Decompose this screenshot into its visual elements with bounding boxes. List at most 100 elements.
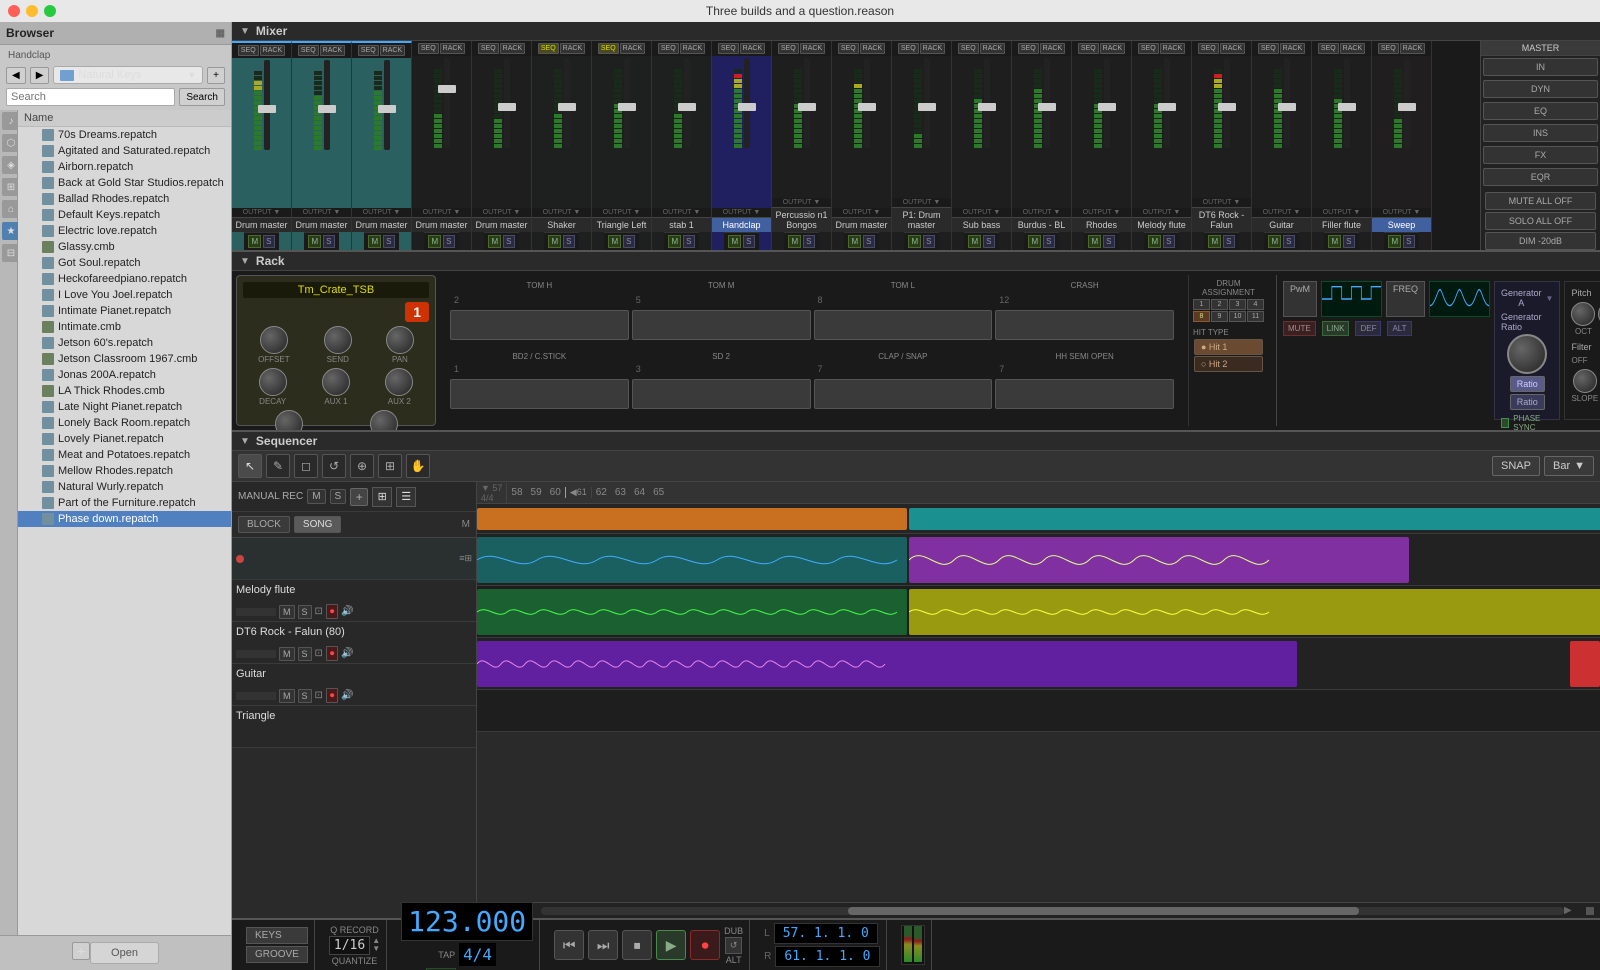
clip-guitar-red[interactable] — [1570, 641, 1600, 687]
fader-handle-6[interactable] — [618, 103, 636, 111]
fader-handle-17[interactable] — [1278, 103, 1296, 111]
channel-output-8[interactable]: OUTPUT▼ — [712, 208, 771, 217]
channel-output-10[interactable]: OUTPUT▼ — [832, 208, 891, 217]
stop-btn[interactable]: ⏹ — [622, 930, 652, 960]
rack-btn-6[interactable]: RACK — [620, 43, 645, 54]
mixer-eqr-btn[interactable]: EQR — [1483, 168, 1598, 186]
nav-back-button[interactable]: ◀ — [6, 67, 26, 84]
dt6-step-btn[interactable]: ⊡ — [315, 648, 323, 659]
rack-btn-5[interactable]: RACK — [560, 43, 585, 54]
channel-output-18[interactable]: OUTPUT▼ — [1312, 208, 1371, 217]
melody-s-btn[interactable]: S — [298, 605, 312, 619]
file-item[interactable]: Heckofareedpiano.repatch — [18, 271, 231, 287]
seq-btn-17[interactable]: SEQ — [1258, 43, 1279, 54]
loop-btn[interactable]: ↺ — [725, 937, 743, 954]
mute-btn-18[interactable]: M — [1328, 235, 1341, 248]
mute-btn-6[interactable]: M — [608, 235, 621, 248]
fader-handle-9[interactable] — [798, 103, 816, 111]
seq-btn-18[interactable]: SEQ — [1318, 43, 1339, 54]
channel-name-label-12[interactable]: Sub bass — [952, 217, 1011, 232]
level-knob[interactable] — [370, 410, 398, 430]
rack-btn-4[interactable]: RACK — [500, 43, 525, 54]
clip-orange-main[interactable] — [477, 508, 907, 530]
browser-add-button[interactable]: + — [72, 942, 90, 960]
mute-btn-11[interactable]: M — [908, 235, 921, 248]
rack-btn-12[interactable]: RACK — [980, 43, 1005, 54]
mute-btn-14[interactable]: M — [1088, 235, 1101, 248]
maximize-button[interactable] — [44, 5, 56, 17]
pad-crash[interactable] — [995, 310, 1174, 340]
file-item[interactable]: Lovely Pianet.repatch — [18, 431, 231, 447]
manual-m-btn[interactable]: M — [307, 489, 325, 504]
guitar-m-btn[interactable]: M — [279, 689, 295, 703]
file-item[interactable]: Lonely Back Room.repatch — [18, 415, 231, 431]
mute-btn-7[interactable]: M — [668, 235, 681, 248]
fader-handle-12[interactable] — [978, 103, 996, 111]
mixer-dyn-btn[interactable]: DYN — [1483, 80, 1598, 98]
channel-name-label-18[interactable]: Filler flute — [1312, 217, 1371, 232]
pan-knob[interactable] — [386, 326, 414, 354]
clip-dt6-1[interactable] — [477, 589, 907, 635]
keys-btn[interactable]: KEYS — [246, 927, 308, 944]
rack-btn-10[interactable]: RACK — [860, 43, 885, 54]
file-item[interactable]: Jetson 60's.repatch — [18, 335, 231, 351]
solo-btn-5[interactable]: S — [563, 235, 574, 248]
seq-btn-8[interactable]: SEQ — [718, 43, 739, 54]
clip-guitar-1[interactable] — [477, 641, 1297, 687]
rack-btn-13[interactable]: RACK — [1040, 43, 1065, 54]
pad-toml[interactable] — [814, 310, 993, 340]
channel-output-14[interactable]: OUTPUT▼ — [1072, 208, 1131, 217]
channel-output-2[interactable]: OUTPUT▼ — [352, 208, 411, 217]
fast-forward-btn[interactable]: ⏭ — [588, 930, 618, 960]
file-item[interactable]: LA Thick Rhodes.cmb — [18, 383, 231, 399]
file-item[interactable]: Got Soul.repatch — [18, 255, 231, 271]
link-btn[interactable]: LINK — [1322, 321, 1350, 336]
channel-name-label-7[interactable]: stab 1 — [652, 217, 711, 232]
bar-select[interactable]: Bar ▼ — [1544, 456, 1594, 476]
solo-btn-9[interactable]: S — [803, 235, 814, 248]
file-item[interactable]: Jonas 200A.repatch — [18, 367, 231, 383]
channel-output-15[interactable]: OUTPUT▼ — [1132, 208, 1191, 217]
assign-btn-8[interactable]: 11 — [1247, 311, 1264, 322]
file-item[interactable]: Intimate.cmb — [18, 319, 231, 335]
assign-btn-6[interactable]: 9 — [1211, 311, 1228, 322]
search-input[interactable] — [6, 88, 175, 106]
seq-btn-16[interactable]: SEQ — [1198, 43, 1219, 54]
mute-btn-13[interactable]: M — [1028, 235, 1041, 248]
aux1-knob[interactable] — [322, 368, 350, 396]
magnet-tool-btn[interactable]: ⊕ — [350, 454, 374, 478]
groove-btn[interactable]: GROOVE — [246, 946, 308, 963]
file-item[interactable]: Back at Gold Star Studios.repatch — [18, 175, 231, 191]
rack-btn-14[interactable]: RACK — [1100, 43, 1125, 54]
fader-handle-8[interactable] — [738, 103, 756, 111]
fader-handle-2[interactable] — [378, 105, 396, 113]
seq-collapse-arrow[interactable]: ▼ — [240, 436, 250, 447]
channel-output-11[interactable]: OUTPUT▼ — [892, 198, 951, 207]
scrollbar-thumb[interactable] — [848, 907, 1360, 915]
phase-sync-checkbox[interactable] — [1501, 418, 1509, 428]
file-item[interactable]: Airborn.repatch — [18, 159, 231, 175]
mute-btn-5[interactable]: M — [548, 235, 561, 248]
channel-output-0[interactable]: OUTPUT▼ — [232, 208, 291, 217]
guitar-vol-btn[interactable]: 🔊 — [341, 690, 353, 701]
clip-melody-2[interactable] — [909, 537, 1409, 583]
clip-dt6-2[interactable] — [909, 589, 1600, 635]
solo-btn-3[interactable]: S — [443, 235, 454, 248]
seq-btn-2[interactable]: SEQ — [358, 45, 379, 56]
rack-btn-18[interactable]: RACK — [1340, 43, 1365, 54]
clip-teal-main[interactable] — [909, 508, 1600, 530]
dt6-rec-btn[interactable]: ⏺ — [326, 646, 339, 661]
guitar-s-btn[interactable]: S — [298, 689, 312, 703]
channel-name-label-4[interactable]: Drum master — [472, 217, 531, 232]
rack-btn-1[interactable]: RACK — [320, 45, 345, 56]
fader-handle-19[interactable] — [1398, 103, 1416, 111]
pencil-tool-btn[interactable]: ✎ — [266, 454, 290, 478]
seq-btn-9[interactable]: SEQ — [778, 43, 799, 54]
mute-btn-0[interactable]: M — [248, 235, 261, 248]
hand-tool-btn[interactable]: ✋ — [406, 454, 430, 478]
assign-btn-5[interactable]: 8 — [1193, 311, 1210, 322]
pointer-tool-btn[interactable]: ↖ — [238, 454, 262, 478]
mute-btn-16[interactable]: M — [1208, 235, 1221, 248]
file-item[interactable]: Jetson Classroom 1967.cmb — [18, 351, 231, 367]
channel-output-17[interactable]: OUTPUT▼ — [1252, 208, 1311, 217]
